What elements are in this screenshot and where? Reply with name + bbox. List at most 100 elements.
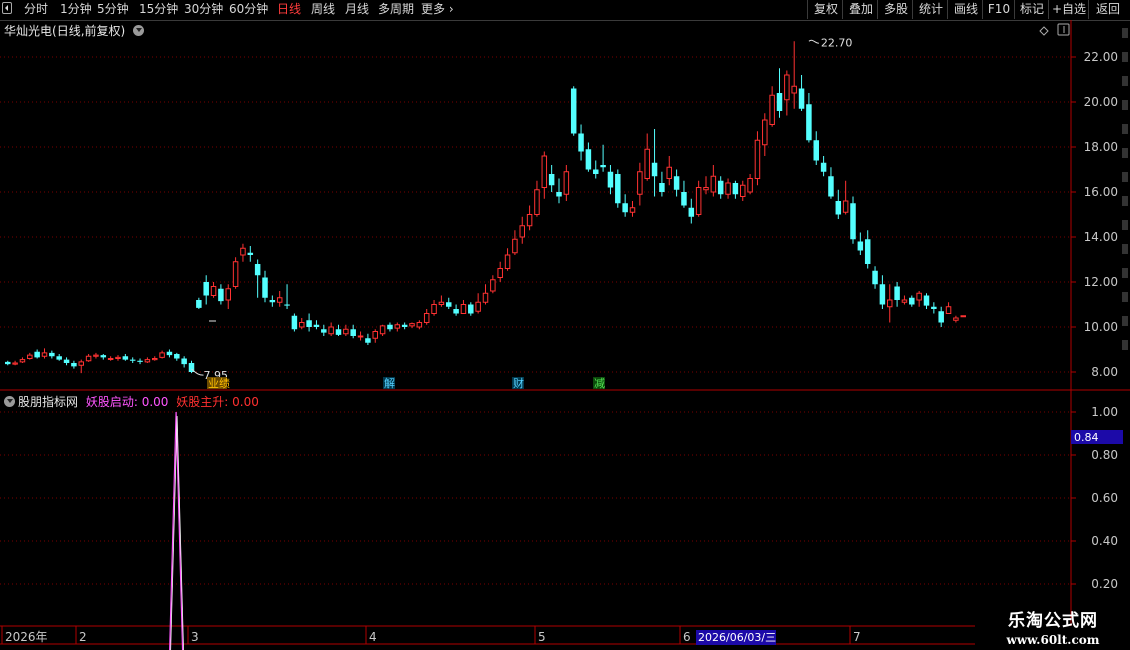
candle-body-down <box>468 304 474 314</box>
info-column-glyph <box>1122 292 1128 302</box>
candle-body-down <box>872 270 878 285</box>
candle-body-up <box>512 238 518 254</box>
candle-body-down <box>909 297 915 305</box>
x-axis-label-3: 4 <box>369 630 377 644</box>
candle-body-up <box>887 299 893 308</box>
info-column-glyph <box>1122 100 1128 110</box>
sub-y-tick-label: 0.80 <box>1091 448 1118 462</box>
main-y-tick-label: 12.00 <box>1084 275 1118 289</box>
main-y-tick-label: 16.00 <box>1084 185 1118 199</box>
x-axis-label-2: 3 <box>191 630 199 644</box>
candle-body-up <box>482 292 489 303</box>
info-column-glyph <box>1122 196 1128 206</box>
candle-body-down <box>776 93 783 111</box>
candle-body-up <box>232 261 239 287</box>
x-axis-label-1: 2 <box>79 630 87 644</box>
watermark-title: 乐淘公式网 <box>1008 611 1098 631</box>
stock-title: 华灿光电(日线,前复权) <box>4 22 147 39</box>
candle-body-up <box>19 359 26 363</box>
event-marker-1: 解 <box>384 376 395 390</box>
candle-body-down <box>585 149 592 170</box>
candle-body-up <box>901 299 908 303</box>
max-price-arrow <box>808 39 819 44</box>
candle-body-down <box>850 203 856 240</box>
candle-body-up <box>740 184 746 197</box>
candle-body-up <box>343 328 349 335</box>
info-column-glyph <box>1122 340 1128 350</box>
info-column-glyph <box>1122 76 1128 86</box>
candle-body-down <box>931 306 937 309</box>
candle-body-up <box>159 352 165 358</box>
info-column-glyph <box>1122 316 1128 326</box>
x-axis-label-6: 7 <box>853 630 861 644</box>
candle-body-down <box>166 351 173 356</box>
candle-body-down <box>828 176 834 197</box>
candle-body-up <box>144 359 151 363</box>
candle-body-down <box>122 356 129 360</box>
candle-body-down <box>820 162 827 172</box>
candle-body-up <box>41 352 48 357</box>
candle-body-down <box>548 174 555 186</box>
candle-body-down <box>593 169 599 174</box>
candle-body-up <box>431 304 437 314</box>
candle-body-up <box>438 301 445 305</box>
indicator-menu-icon[interactable] <box>4 396 15 407</box>
candle-body-down <box>556 192 562 197</box>
min-price-arrow <box>191 368 204 376</box>
signal2-label: 妖股主升: <box>176 395 229 409</box>
candle-body-down <box>262 277 268 298</box>
info-column-glyph <box>1122 268 1128 278</box>
candle-body-down <box>615 174 621 204</box>
candle-body-up <box>526 214 533 227</box>
candle-body-down <box>806 104 812 141</box>
info-column-glyph <box>1122 148 1128 158</box>
candle-body-up <box>210 286 217 296</box>
candle-body-down <box>218 288 224 302</box>
main-y-tick-label: 18.00 <box>1084 140 1118 154</box>
info-column-glyph <box>1122 244 1128 254</box>
candle-body-down <box>196 300 202 308</box>
kline-chart[interactable]: 22.0020.0018.0016.0014.0012.0010.008.001… <box>0 0 1130 650</box>
candle-body-down <box>659 183 665 192</box>
candle-body-down <box>717 180 724 195</box>
x-axis-label-0: 2026年 <box>5 630 48 644</box>
candle-body-down <box>269 300 276 303</box>
candle-body-down <box>600 165 606 168</box>
period-info: (日线,前复权) <box>52 24 126 38</box>
candle-body-down <box>401 324 408 327</box>
candle-body-up <box>916 292 922 301</box>
candle-body-up <box>276 297 283 303</box>
candle-body-up <box>107 358 114 360</box>
candle-body-down <box>857 241 864 251</box>
candle-body-up <box>357 335 364 338</box>
candle-body-down <box>365 338 371 343</box>
candle-body-up <box>784 74 790 101</box>
main-y-tick-label: 14.00 <box>1084 230 1118 244</box>
candle-body-up <box>644 148 650 179</box>
candle-body-down <box>578 133 584 152</box>
candle-body-down <box>835 201 842 215</box>
candle-body-up <box>225 288 231 301</box>
candle-body-up <box>725 182 731 195</box>
event-marker-3: 减 <box>594 377 605 390</box>
candle-body-up <box>475 301 481 312</box>
candle-body-down <box>321 329 327 333</box>
candle-body-down <box>34 351 40 358</box>
candle-body-up <box>504 254 511 269</box>
stock-name: 华灿光电 <box>4 24 53 38</box>
candle-body-down <box>570 88 577 134</box>
candle-body-up <box>953 317 959 321</box>
candle-body-down <box>5 361 11 365</box>
main-y-tick-label: 8.00 <box>1091 365 1118 379</box>
event-marker-0: 业绩 <box>208 377 230 390</box>
candle-body-down <box>387 324 393 330</box>
candle-body-down <box>732 183 739 195</box>
info-column-glyph <box>1122 52 1128 62</box>
signal2-value: 0.00 <box>232 395 259 409</box>
candle-body-down <box>284 304 290 306</box>
candle-body-up <box>497 268 503 278</box>
candle-body-down <box>291 315 298 330</box>
candle-body-down <box>651 162 658 177</box>
chevron-down-icon[interactable] <box>133 25 145 36</box>
candle-body-up <box>299 322 305 328</box>
